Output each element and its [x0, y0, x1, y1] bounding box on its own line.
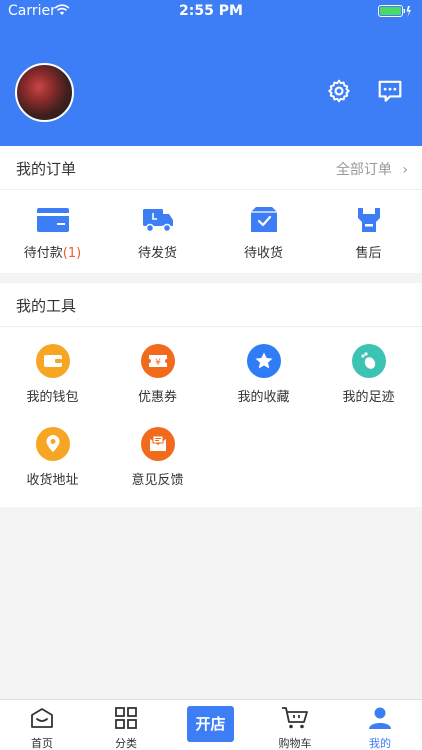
status-bar: Carrier 2:55 PM: [0, 0, 422, 24]
cart-icon: [282, 707, 308, 729]
order-pending-receipt[interactable]: 待收货: [211, 206, 316, 261]
tab-profile[interactable]: 我的: [338, 706, 422, 750]
chevron-right-icon: ›: [402, 162, 408, 178]
tab-label-profile: 我的: [369, 737, 391, 750]
all-orders-link[interactable]: 全部订单 ›: [336, 159, 408, 179]
gear-icon[interactable]: [326, 78, 352, 104]
tools-card: 我的工具 我的钱包 ¥ 优惠券 我的收藏 我的足迹 收货地址 意见反馈: [0, 283, 422, 507]
truck-icon: [142, 209, 173, 233]
tab-cart[interactable]: 购物车: [253, 706, 337, 750]
tool-feedback[interactable]: 意见反馈: [105, 427, 210, 488]
tool-footprints[interactable]: 我的足迹: [316, 344, 421, 405]
tool-favorites[interactable]: 我的收藏: [211, 344, 316, 405]
order-pending-shipment[interactable]: 待发货: [105, 206, 210, 261]
tool-label-feedback: 意见反馈: [131, 473, 184, 488]
order-label-pending-shipment: 待发货: [137, 246, 177, 261]
orders-card: 我的订单 全部订单 › 待付款(1) 待发货 待收货 售后: [0, 146, 422, 273]
order-after-sales[interactable]: 售后: [316, 206, 421, 261]
profile-header: Carrier 2:55 PM: [0, 0, 422, 146]
tab-bar: 首页 分类 开店 购物车 我的: [0, 699, 422, 750]
tab-category[interactable]: 分类: [84, 706, 168, 750]
tab-label-category: 分类: [115, 737, 137, 750]
all-orders-label: 全部订单: [335, 162, 392, 178]
location-icon: [35, 427, 70, 461]
tool-coupon[interactable]: ¥ 优惠券: [105, 344, 210, 405]
tab-label-cart: 购物车: [278, 737, 312, 750]
tool-label-favorites: 我的收藏: [237, 390, 290, 405]
order-count-badge: (1): [62, 246, 82, 261]
grid-icon: [115, 707, 137, 729]
tools-title: 我的工具: [16, 297, 77, 315]
message-icon[interactable]: [377, 78, 403, 104]
package-check-icon: [250, 207, 277, 232]
tool-label-wallet: 我的钱包: [26, 390, 79, 405]
tool-label-address: 收货地址: [26, 473, 79, 488]
home-icon: [31, 708, 53, 728]
order-pending-payment[interactable]: 待付款(1): [0, 206, 105, 261]
tab-home[interactable]: 首页: [0, 706, 84, 750]
user-icon: [369, 707, 391, 729]
order-label-pending-receipt: 待收货: [243, 246, 283, 261]
tools-header: 我的工具: [0, 283, 422, 327]
tab-label-home: 首页: [31, 737, 53, 750]
battery-icon: [378, 5, 411, 17]
tool-label-footprints: 我的足迹: [342, 390, 395, 405]
star-icon: [246, 344, 281, 378]
open-store-button[interactable]: 开店: [187, 706, 234, 742]
tool-wallet[interactable]: 我的钱包: [0, 344, 105, 405]
coupon-icon: ¥: [140, 344, 175, 378]
order-label-pending-payment: 待付款: [23, 246, 63, 261]
wrench-icon: [357, 208, 380, 232]
wallet-card-icon: [36, 208, 69, 232]
wallet-icon: [35, 344, 70, 378]
svg-text:¥: ¥: [155, 358, 161, 368]
orders-header: 我的订单 全部订单 ›: [0, 146, 422, 190]
feedback-icon: [140, 427, 175, 461]
footprint-icon: [351, 344, 386, 378]
order-label-after-sales: 售后: [355, 246, 382, 261]
tool-label-coupon: 优惠券: [137, 390, 177, 405]
clock: 2:55 PM: [179, 3, 243, 19]
tool-address[interactable]: 收货地址: [0, 427, 105, 488]
orders-title: 我的订单: [16, 160, 77, 178]
avatar[interactable]: [15, 63, 74, 122]
